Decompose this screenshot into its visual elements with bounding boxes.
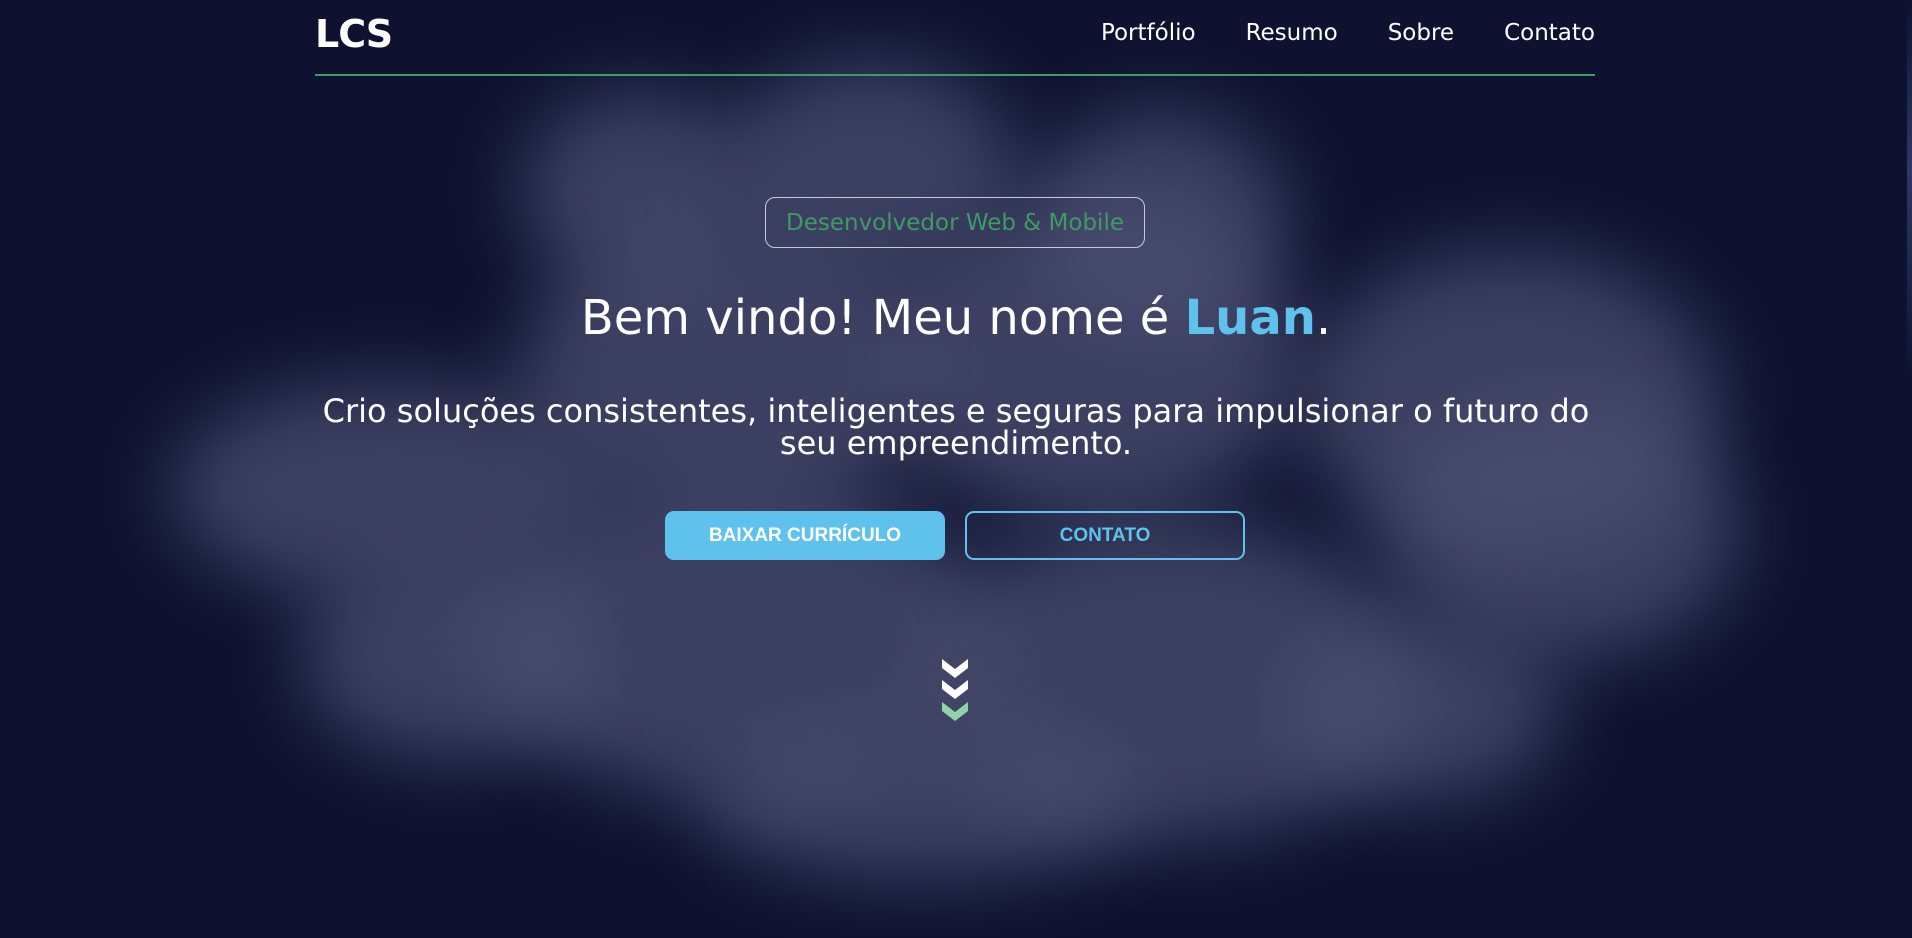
contact-button[interactable]: CONTATO — [965, 511, 1245, 560]
hero-section: Desenvolvedor Web & Mobile Bem vindo! Me… — [0, 0, 1912, 938]
headline-name: Luan — [1184, 290, 1316, 346]
headline-greeting: Bem vindo! Meu nome é — [580, 290, 1185, 346]
page: LCS Portfólio Resumo Sobre Contato Desen… — [0, 0, 1912, 938]
headline-period: . — [1315, 290, 1332, 346]
hero-subtitle: Crio soluções consistentes, inteligentes… — [322, 392, 1590, 462]
hero-headline: Bem vindo! Meu nome é Luan. — [0, 290, 1912, 346]
role-badge: Desenvolvedor Web & Mobile — [765, 197, 1145, 248]
download-resume-button[interactable]: BAIXAR CURRÍCULO — [665, 511, 945, 560]
triple-chevron-down-icon[interactable] — [940, 656, 970, 726]
